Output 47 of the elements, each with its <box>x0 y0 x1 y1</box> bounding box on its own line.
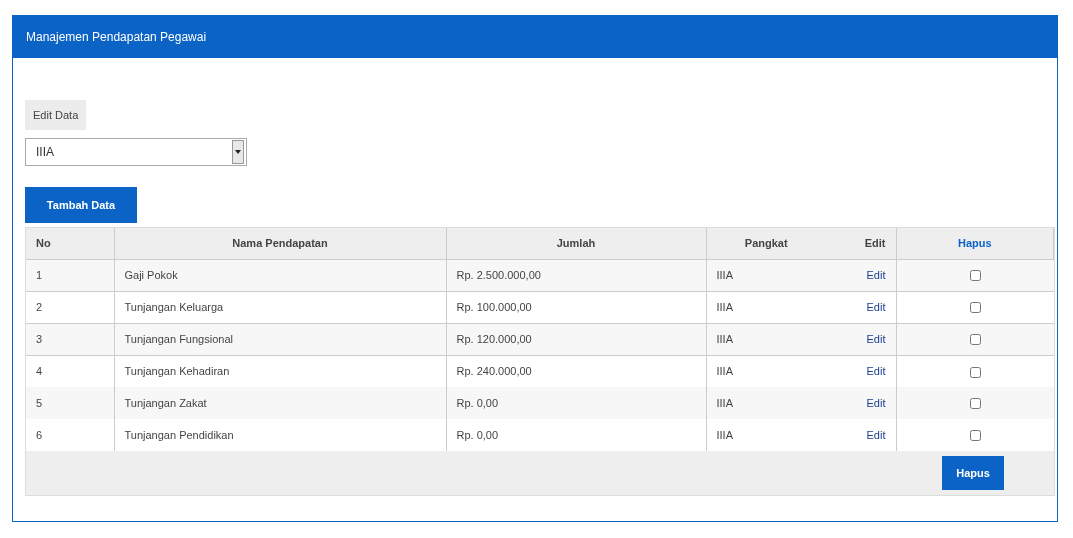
table-cell: 3 <box>36 332 43 345</box>
edit-link[interactable]: Edit <box>866 365 886 377</box>
table-cell: IIIA <box>716 268 733 281</box>
table-cell: Tunjangan Zakat <box>124 396 207 409</box>
table-cell: Rp. 0,00 <box>456 428 499 441</box>
column-header: Edit <box>864 237 886 249</box>
table-cell: Rp. 240.000,00 <box>456 365 532 377</box>
edit-data-button[interactable]: Edit Data <box>25 100 87 130</box>
delete-button[interactable]: Hapus <box>942 456 1004 490</box>
table-cell: Rp. 120.000,00 <box>456 332 532 345</box>
table-cell: IIIA <box>716 332 733 345</box>
delete-checkbox[interactable] <box>969 302 981 314</box>
add-data-button[interactable]: Tambah Data <box>25 187 137 223</box>
table-cell: IIIA <box>716 300 733 313</box>
delete-checkbox[interactable] <box>969 334 981 346</box>
edit-link[interactable]: Edit <box>866 428 886 441</box>
table-cell: 4 <box>36 365 43 377</box>
table-cell: Gaji Pokok <box>124 268 178 281</box>
column-header: Hapus <box>957 237 992 249</box>
table-cell: Rp. 2.500.000,00 <box>456 268 541 281</box>
table-cell: IIIA <box>716 365 733 377</box>
table-cell: 6 <box>36 428 43 441</box>
table-cell: Tunjangan Kehadiran <box>124 365 230 377</box>
table-cell: Tunjangan Pendidikan <box>124 428 234 441</box>
table-cell: Rp. 0,00 <box>456 396 499 409</box>
delete-checkbox[interactable] <box>969 398 981 410</box>
edit-link[interactable]: Edit <box>866 268 886 281</box>
edit-link[interactable]: Edit <box>866 332 886 345</box>
table-cell: Rp. 100.000,00 <box>456 300 532 313</box>
table-cell: 2 <box>36 300 43 313</box>
column-header: Nama Pendapatan <box>232 237 328 249</box>
delete-checkbox[interactable] <box>969 366 981 378</box>
edit-link[interactable]: Edit <box>866 396 886 409</box>
column-header: Pangkat <box>744 237 788 249</box>
table-cell: IIIA <box>716 428 733 441</box>
table-cell: Tunjangan Keluarga <box>124 300 224 313</box>
delete-checkbox[interactable] <box>969 270 981 282</box>
table-cell: IIIA <box>716 396 733 409</box>
delete-checkbox[interactable] <box>969 430 981 442</box>
edit-link[interactable]: Edit <box>866 300 886 313</box>
panel-title: Manajemen Pendapatan Pegawai <box>26 29 207 46</box>
table-cell: 1 <box>36 268 43 281</box>
table-cell: Tunjangan Fungsional <box>124 332 233 345</box>
column-header: No <box>36 237 51 249</box>
table-cell: 5 <box>36 396 43 409</box>
column-header: Jumlah <box>556 237 596 249</box>
rank-select[interactable]: IIIA <box>25 138 247 166</box>
